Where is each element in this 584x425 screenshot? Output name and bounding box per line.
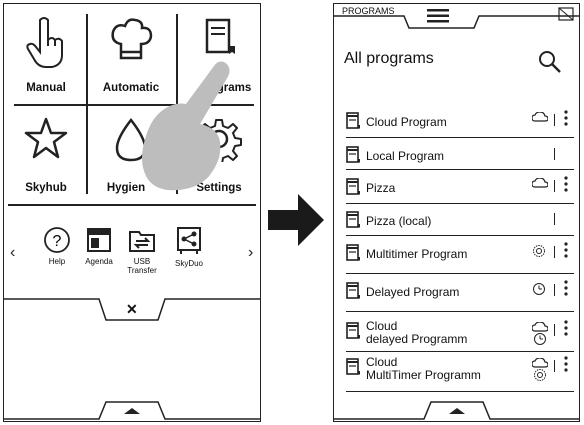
- program-name: Cloud Program: [366, 115, 447, 129]
- program-row[interactable]: Delayed Program: [346, 278, 574, 312]
- bottom-handle[interactable]: [334, 400, 579, 420]
- program-book-icon: [346, 244, 360, 267]
- finger-tap-icon: [142, 61, 230, 191]
- agenda-icon: [87, 228, 111, 252]
- close-tab[interactable]: ✕: [4, 298, 260, 324]
- tab-outline: [334, 401, 579, 420]
- program-book-icon: [346, 178, 360, 201]
- program-book-icon: [346, 282, 360, 305]
- status-delayed-icon: [532, 282, 546, 296]
- home-screen: Manual Automatic grams Skyhub Hygien Set…: [3, 3, 261, 422]
- programs-screen: PROGRAMS All programs Cloud Program Local…: [333, 3, 580, 422]
- more-options-icon[interactable]: [564, 320, 568, 338]
- row-separator: [554, 180, 555, 192]
- row-separator: [554, 324, 555, 336]
- tile-skyhub[interactable]: Skyhub: [6, 104, 86, 204]
- shortcut-label: Help: [48, 257, 66, 266]
- shortcut-skyduo[interactable]: SkyDuo: [166, 226, 212, 268]
- shortcut-usb-transfer[interactable]: USB Transfer: [119, 226, 165, 275]
- status-multitimer-icon: [532, 244, 546, 258]
- status-cloud-delayed-icon: [532, 322, 548, 346]
- program-book-icon: [346, 322, 360, 345]
- tab-outline: [4, 401, 260, 420]
- program-book-icon: [346, 146, 360, 169]
- shortcut-label: Agenda: [85, 257, 113, 266]
- close-icon[interactable]: ✕: [126, 301, 138, 318]
- program-row[interactable]: Pizza (local): [346, 207, 574, 236]
- tile-manual[interactable]: Manual: [6, 4, 86, 104]
- menu-icon[interactable]: [427, 9, 449, 23]
- more-options-icon[interactable]: [564, 176, 568, 194]
- program-row[interactable]: Multitimer Program: [346, 240, 574, 274]
- program-book-icon: [346, 211, 360, 234]
- row-separator: [554, 148, 555, 160]
- shortcut-agenda[interactable]: Agenda: [76, 226, 122, 266]
- program-row[interactable]: Cloud delayed Programm: [346, 318, 574, 352]
- shortcut-label: SkyDuo: [174, 259, 203, 268]
- search-icon[interactable]: [538, 50, 562, 74]
- star-icon: [24, 117, 68, 159]
- more-options-icon[interactable]: [564, 356, 568, 374]
- window-icon[interactable]: [558, 7, 574, 21]
- share-icon: [177, 227, 201, 254]
- next-arrow[interactable]: ›: [248, 244, 253, 262]
- program-book-icon: [346, 112, 360, 135]
- program-row[interactable]: Cloud MultiTimer Programm: [346, 354, 574, 392]
- tile-label: Manual: [26, 82, 66, 94]
- status-cloud-multitimer-icon: [532, 358, 548, 382]
- status-cloud-icon: [532, 112, 548, 122]
- tab-programs[interactable]: PROGRAMS: [342, 6, 395, 16]
- program-name: Pizza: [366, 181, 396, 195]
- previous-arrow[interactable]: ‹: [10, 244, 15, 262]
- page-title: All programs: [344, 50, 434, 67]
- row-separator: [554, 360, 555, 372]
- program-name: Delayed Program: [366, 285, 460, 299]
- program-name: Pizza (local): [366, 214, 432, 228]
- usb-transfer-icon: [129, 231, 155, 252]
- shortcut-label: USB Transfer: [127, 257, 157, 275]
- program-name: Local Program: [366, 149, 445, 163]
- more-options-icon[interactable]: [564, 280, 568, 298]
- program-book-icon: [346, 358, 360, 381]
- transition-arrow-icon: [268, 194, 324, 246]
- help-icon: ?: [44, 227, 70, 253]
- row-separator: [554, 284, 555, 296]
- svg-text:?: ?: [53, 233, 62, 250]
- program-name: Cloud delayed Programm: [366, 319, 468, 346]
- program-row[interactable]: Local Program: [346, 142, 574, 170]
- hand-pointer-icon: [26, 17, 63, 68]
- program-name: Cloud MultiTimer Programm: [366, 355, 481, 382]
- bottom-handle[interactable]: [4, 400, 260, 420]
- more-options-icon[interactable]: [564, 242, 568, 260]
- row-separator: [554, 213, 555, 225]
- row-separator: [554, 246, 555, 258]
- program-row[interactable]: Cloud Program: [346, 108, 574, 138]
- status-cloud-icon: [532, 178, 548, 188]
- row-separator: [554, 114, 555, 126]
- shortcut-help[interactable]: ? Help: [34, 226, 80, 266]
- more-options-icon[interactable]: [564, 110, 568, 128]
- tile-label: Skyhub: [25, 182, 67, 194]
- grid-divider: [8, 204, 256, 206]
- program-row[interactable]: Pizza: [346, 174, 574, 204]
- program-name: Multitimer Program: [366, 247, 468, 261]
